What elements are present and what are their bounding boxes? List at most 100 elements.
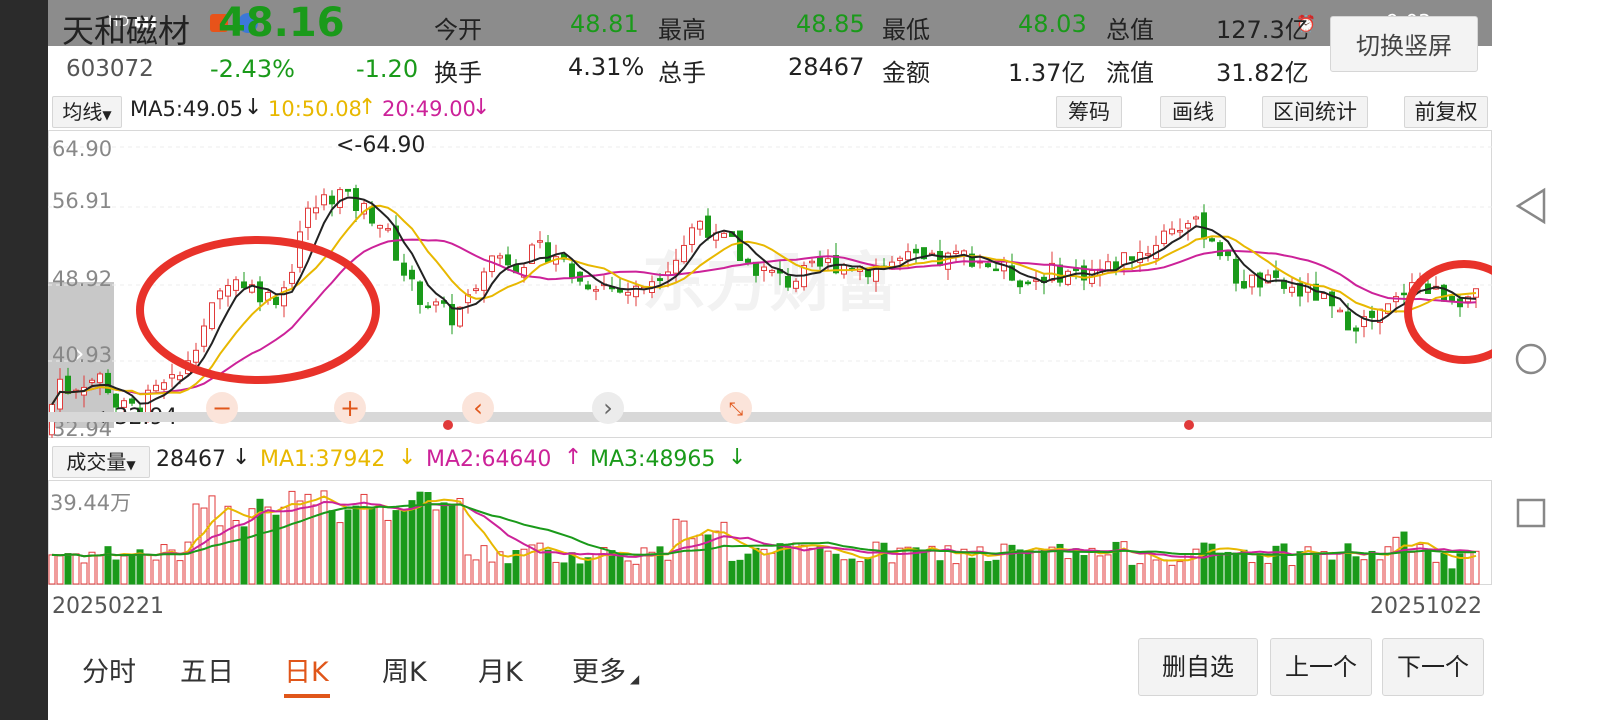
candle: [193, 349, 199, 363]
candle: [985, 263, 991, 268]
ma20-label: 20:49.00: [382, 97, 476, 121]
volume-bar: [1376, 559, 1384, 585]
candle: [657, 278, 663, 281]
candle: [233, 279, 239, 291]
candle: [673, 259, 679, 274]
candle: [97, 373, 103, 384]
candle: [681, 244, 687, 263]
candle: [177, 375, 183, 381]
candle: [545, 242, 551, 263]
home-icon[interactable]: [1514, 342, 1548, 376]
volume-bar: [752, 547, 760, 585]
volume-bar: [1064, 558, 1072, 585]
event-marker[interactable]: [1184, 420, 1194, 430]
candle: [417, 281, 423, 305]
price-axis-label-max: 64.90: [52, 137, 112, 161]
change-percent: -2.43%: [210, 55, 295, 83]
volume-bar: [1072, 548, 1080, 585]
candle: [1449, 295, 1455, 302]
candle: [897, 257, 903, 261]
volume-value: 28467: [156, 447, 226, 472]
event-marker[interactable]: [443, 420, 453, 430]
switch-portrait-button[interactable]: 切换竖屏: [1330, 16, 1478, 72]
next-stock-button[interactable]: 下一个: [1382, 638, 1484, 696]
candle: [721, 232, 727, 238]
candle: [1105, 261, 1111, 271]
candlestick-chart[interactable]: › 东方财富 64.90 56.91 48.92 40.93 32.94 <-6…: [48, 130, 1492, 438]
draw-line-button[interactable]: 画线: [1160, 96, 1226, 128]
vol-ma3-label: MA3:48965: [590, 447, 716, 472]
stock-price: 48.16: [218, 0, 345, 46]
candle: [1401, 292, 1407, 296]
candle: [425, 305, 431, 309]
ma10-up-arrow-icon: ↑: [358, 95, 377, 120]
candle: [1201, 212, 1207, 240]
stock-name: 天和磁材: [62, 12, 191, 50]
candle: [913, 248, 919, 254]
candle: [769, 269, 775, 273]
volume-bar: [336, 522, 344, 585]
candle: [537, 240, 543, 243]
volume-bar: [344, 509, 352, 585]
tab-weekly-k[interactable]: 周K: [382, 650, 427, 689]
volume-bar: [352, 505, 360, 585]
volume-select[interactable]: 成交量▼: [52, 446, 150, 478]
volume-bar: [1240, 549, 1248, 585]
range-stats-button[interactable]: 区间统计: [1262, 96, 1368, 128]
remove-favorite-button[interactable]: 删自选: [1138, 638, 1258, 696]
value-total-volume: 28467: [788, 53, 865, 81]
volume-bar: [1288, 565, 1296, 585]
back-icon[interactable]: [1514, 186, 1548, 226]
candle: [65, 375, 71, 394]
tab-monthly-k[interactable]: 月K: [478, 650, 523, 689]
volume-bar: [1128, 564, 1136, 585]
volume-bar: [224, 505, 232, 585]
volume-bar: [1040, 549, 1048, 585]
candle: [1345, 311, 1351, 331]
volume-bar: [264, 506, 272, 585]
candle: [793, 280, 799, 289]
volume-bar: [488, 561, 496, 585]
previous-stock-button[interactable]: 上一个: [1270, 638, 1372, 696]
forward-adjust-button[interactable]: 前复权: [1404, 96, 1488, 128]
candle: [697, 220, 703, 230]
candle: [497, 255, 503, 259]
volume-bar: [1256, 553, 1264, 585]
candle: [353, 188, 359, 211]
candle: [809, 260, 815, 264]
chart-scrollbar[interactable]: [48, 412, 1492, 422]
volume-bar: [424, 492, 432, 585]
candle: [865, 269, 871, 278]
value-high: 48.85: [796, 10, 865, 38]
minus-icon: −: [212, 394, 232, 422]
volume-bar: [664, 559, 672, 585]
volume-bar: [544, 549, 552, 585]
volume-bar: [1352, 556, 1360, 585]
candle: [1017, 280, 1023, 288]
volume-bar: [1216, 552, 1224, 585]
candle: [817, 257, 823, 267]
ma-select[interactable]: 均线▼: [52, 96, 122, 128]
volume-bar: [408, 500, 416, 585]
candle: [129, 398, 135, 404]
volume-bar: [856, 561, 864, 585]
volume-bar: [240, 526, 248, 585]
volume-bar: [176, 560, 184, 585]
tab-daily-k[interactable]: 日K: [284, 650, 329, 689]
recents-icon[interactable]: [1516, 498, 1546, 528]
volume-bar: [560, 562, 568, 585]
volume-bar: [616, 553, 624, 585]
volume-bar: [432, 509, 440, 585]
tab-five-day[interactable]: 五日: [180, 650, 234, 689]
volume-bar: [1392, 536, 1400, 585]
tab-more[interactable]: 更多: [572, 650, 626, 689]
candle: [1025, 281, 1031, 285]
chips-button[interactable]: 筹码: [1056, 96, 1122, 128]
label-high: 最高: [658, 16, 706, 44]
volume-chart[interactable]: 39.44万: [48, 480, 1492, 586]
candle: [1249, 274, 1255, 288]
candle: [305, 207, 311, 228]
volume-bar: [824, 550, 832, 585]
tab-intraday[interactable]: 分时: [82, 650, 136, 689]
candle: [217, 290, 223, 300]
